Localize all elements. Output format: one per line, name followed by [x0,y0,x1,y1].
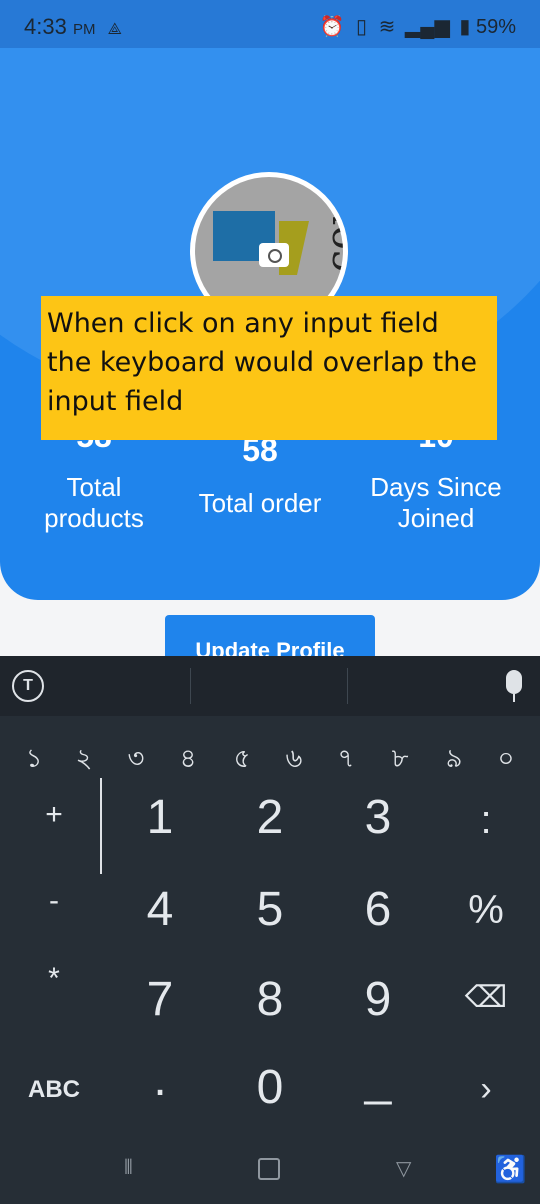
alarm-icon: ⏰ [319,16,345,38]
key-bengali-9[interactable]: ৯ [434,738,474,782]
stat-total-order-label: Total order [198,488,322,518]
status-time: 4:33 PM ⟁ [24,14,122,39]
key-6[interactable]: 6 [338,882,418,937]
backspace-icon[interactable]: ⌫ [456,980,516,1015]
status-bar: 4:33 PM ⟁ ⏰ ▯ ≋ ▂▄▆ ▮ 59% [0,0,540,48]
keyboard-toolbar: T [0,656,540,716]
key-next[interactable]: › [456,1070,516,1109]
signal-icon: ▂▄▆ [404,16,450,38]
key-0[interactable]: 0 [230,1060,310,1115]
key-space[interactable]: _ [338,1052,418,1107]
key-9[interactable]: 9 [338,972,418,1027]
key-bengali-0[interactable]: ০ [486,738,526,782]
accessibility-icon[interactable]: ♿ [494,1154,526,1185]
key-8[interactable]: 8 [230,972,310,1027]
key-minus[interactable]: - [24,884,84,918]
navigation-bar: ⦀ ▽ ♿ [0,1136,540,1204]
key-bengali-7[interactable]: ৭ [326,738,366,782]
back-icon[interactable]: ▽ [396,1156,411,1181]
navigation-icon: ⟁ [107,21,122,38]
toolbar-divider [190,668,191,704]
key-5[interactable]: 5 [230,882,310,937]
key-2[interactable]: 2 [230,790,310,845]
stat-total-products-label: Total products [44,472,144,533]
key-7[interactable]: 7 [120,972,200,1027]
key-period[interactable]: . [120,1052,200,1107]
key-bengali-4[interactable]: ৪ [168,738,208,782]
key-abc[interactable]: ABC [14,1076,94,1104]
key-1[interactable]: 1 [120,790,200,845]
key-asterisk[interactable]: * [24,962,84,996]
key-bengali-6[interactable]: ৬ [274,738,314,782]
microphone-icon[interactable] [506,670,522,694]
vibrate-icon: ▯ [355,16,367,38]
wifi-icon: ≋ [378,16,396,38]
key-percent[interactable]: % [456,888,516,933]
key-plus[interactable]: + [24,798,84,832]
annotation-note: When click on any input field the keyboa… [41,296,497,440]
logo-text: com [318,187,343,273]
key-colon[interactable]: : [456,798,516,843]
key-bengali-1[interactable]: ১ [14,738,54,782]
key-bengali-3[interactable]: ৩ [116,738,156,782]
key-4[interactable]: 4 [120,882,200,937]
translate-icon[interactable]: T [12,670,44,702]
key-bengali-8[interactable]: ৮ [380,738,420,782]
home-icon[interactable] [258,1158,280,1180]
microphone-stand [513,694,515,702]
key-bengali-2[interactable]: ২ [64,738,104,782]
numeric-keyboard: T ১ ২ ৩ ৪ ৫ ৬ ৭ ৮ ৯ ০ + 1 2 3 : - 4 5 6 … [0,656,540,1204]
key-bengali-5[interactable]: ৫ [222,738,262,782]
battery-level: 59% [475,16,516,38]
status-icons: ⏰ ▯ ≋ ▂▄▆ ▮ 59% [320,14,516,39]
key-row-divider [100,778,102,874]
key-3[interactable]: 3 [338,790,418,845]
recents-icon[interactable]: ⦀ [124,1158,144,1178]
battery-icon: ▮ [459,16,471,38]
stat-days-label: Days Since Joined [370,472,502,533]
camera-icon[interactable] [259,243,289,267]
toolbar-divider [347,668,348,704]
